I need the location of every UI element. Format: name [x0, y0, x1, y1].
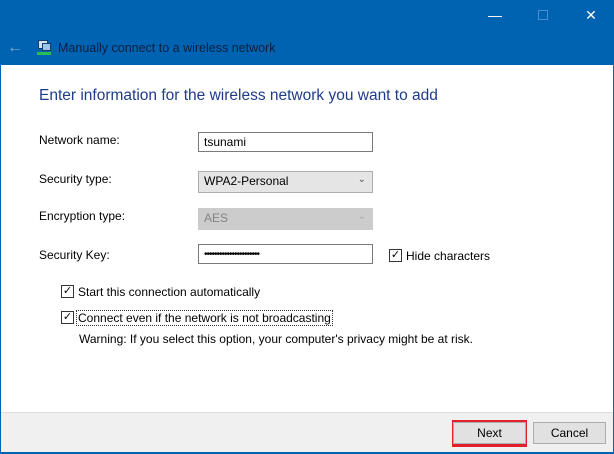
close-button[interactable]: ✕ [568, 0, 614, 30]
back-arrow-icon[interactable]: ← [0, 39, 30, 57]
privacy-warning: Warning: If you select this option, your… [79, 332, 474, 346]
security-type-label: Security type: [39, 172, 112, 186]
page-heading: Enter information for the wireless netwo… [39, 87, 438, 104]
chevron-down-icon: ⌄ [357, 211, 366, 222]
start-automatically-label[interactable]: Start this connection automatically [78, 285, 260, 299]
encryption-type-value: AES [204, 211, 229, 225]
hide-characters-checkbox[interactable]: ✓ [389, 249, 402, 262]
security-type-value: WPA2-Personal [204, 174, 289, 188]
connect-not-broadcasting-checkbox[interactable]: ✓ [61, 311, 74, 324]
window-title: Manually connect to a wireless network [58, 40, 276, 55]
next-button[interactable]: Next [453, 422, 526, 444]
network-name-input[interactable]: tsunami [198, 132, 373, 152]
cancel-button[interactable]: Cancel [533, 422, 606, 444]
connect-not-broadcasting-label[interactable]: Connect even if the network is not broad… [76, 310, 333, 326]
chevron-down-icon: ⌄ [357, 174, 366, 185]
encryption-type-select: AES ⌄ [198, 208, 373, 230]
maximize-button[interactable] [520, 0, 566, 30]
window-header: ← Manually connect to a wireless network [0, 30, 614, 65]
network-icon [36, 39, 52, 56]
security-key-label: Security Key: [39, 248, 110, 262]
dialog-content: Enter information for the wireless netwo… [1, 65, 613, 412]
minimize-button[interactable]: — [472, 0, 518, 30]
start-automatically-checkbox[interactable]: ✓ [61, 285, 74, 298]
security-key-input[interactable]: •••••••••••••••••••••• [198, 244, 373, 264]
network-name-label: Network name: [39, 133, 120, 147]
security-type-select[interactable]: WPA2-Personal ⌄ [198, 171, 373, 193]
encryption-type-label: Encryption type: [39, 209, 126, 223]
dialog-footer: Next Cancel [1, 412, 613, 452]
hide-characters-label[interactable]: Hide characters [406, 249, 490, 263]
